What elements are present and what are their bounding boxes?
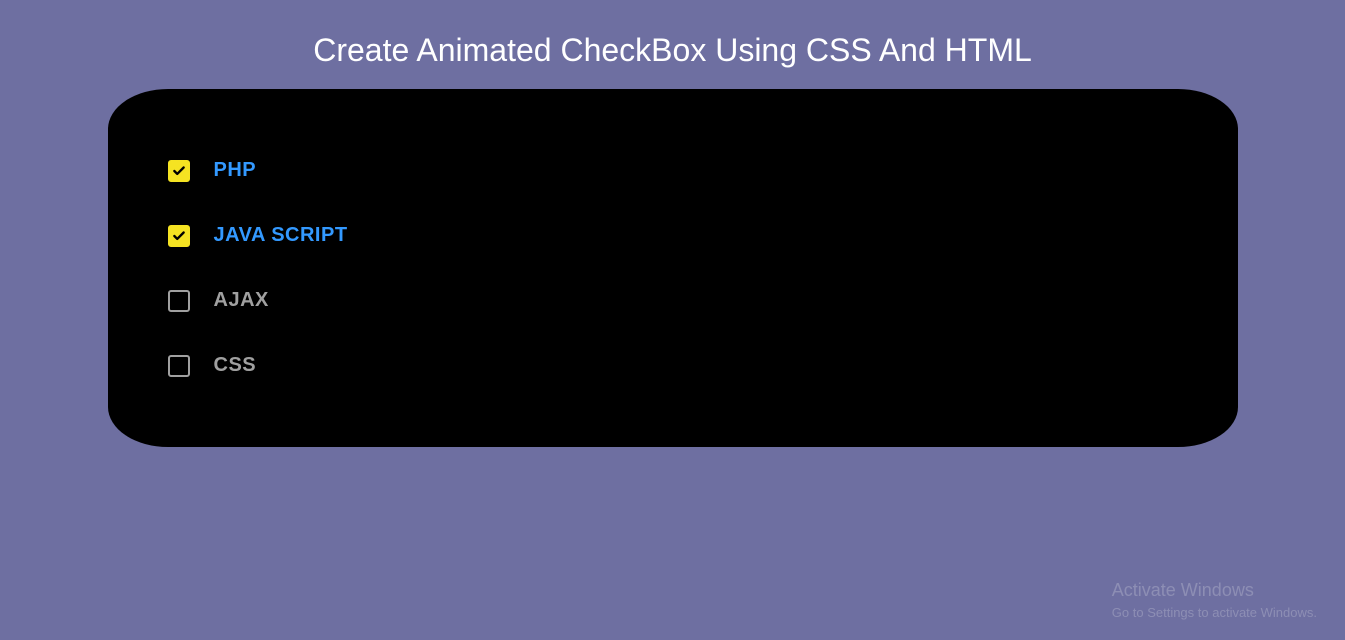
- checkbox-list: PHP JAVA SCRIPT AJAX CSS: [168, 159, 1178, 377]
- watermark-sub: Go to Settings to activate Windows.: [1112, 605, 1317, 620]
- checkbox-row-javascript: JAVA SCRIPT: [168, 224, 1178, 247]
- check-icon: [172, 164, 186, 178]
- checkbox-label-css[interactable]: CSS: [214, 354, 257, 377]
- watermark-title: Activate Windows: [1112, 580, 1317, 601]
- checkbox-ajax[interactable]: [168, 290, 190, 312]
- checkbox-row-css: CSS: [168, 354, 1178, 377]
- checkbox-row-ajax: AJAX: [168, 289, 1178, 312]
- checkbox-php[interactable]: [168, 160, 190, 182]
- checkbox-label-javascript[interactable]: JAVA SCRIPT: [214, 224, 348, 247]
- checkbox-label-ajax[interactable]: AJAX: [214, 289, 269, 312]
- check-icon: [172, 229, 186, 243]
- checkbox-javascript[interactable]: [168, 225, 190, 247]
- checkbox-card: PHP JAVA SCRIPT AJAX CSS: [108, 89, 1238, 447]
- checkbox-css[interactable]: [168, 355, 190, 377]
- checkbox-label-php[interactable]: PHP: [214, 159, 257, 182]
- checkbox-row-php: PHP: [168, 159, 1178, 182]
- page-title: Create Animated CheckBox Using CSS And H…: [0, 0, 1345, 89]
- windows-activation-watermark: Activate Windows Go to Settings to activ…: [1112, 580, 1317, 620]
